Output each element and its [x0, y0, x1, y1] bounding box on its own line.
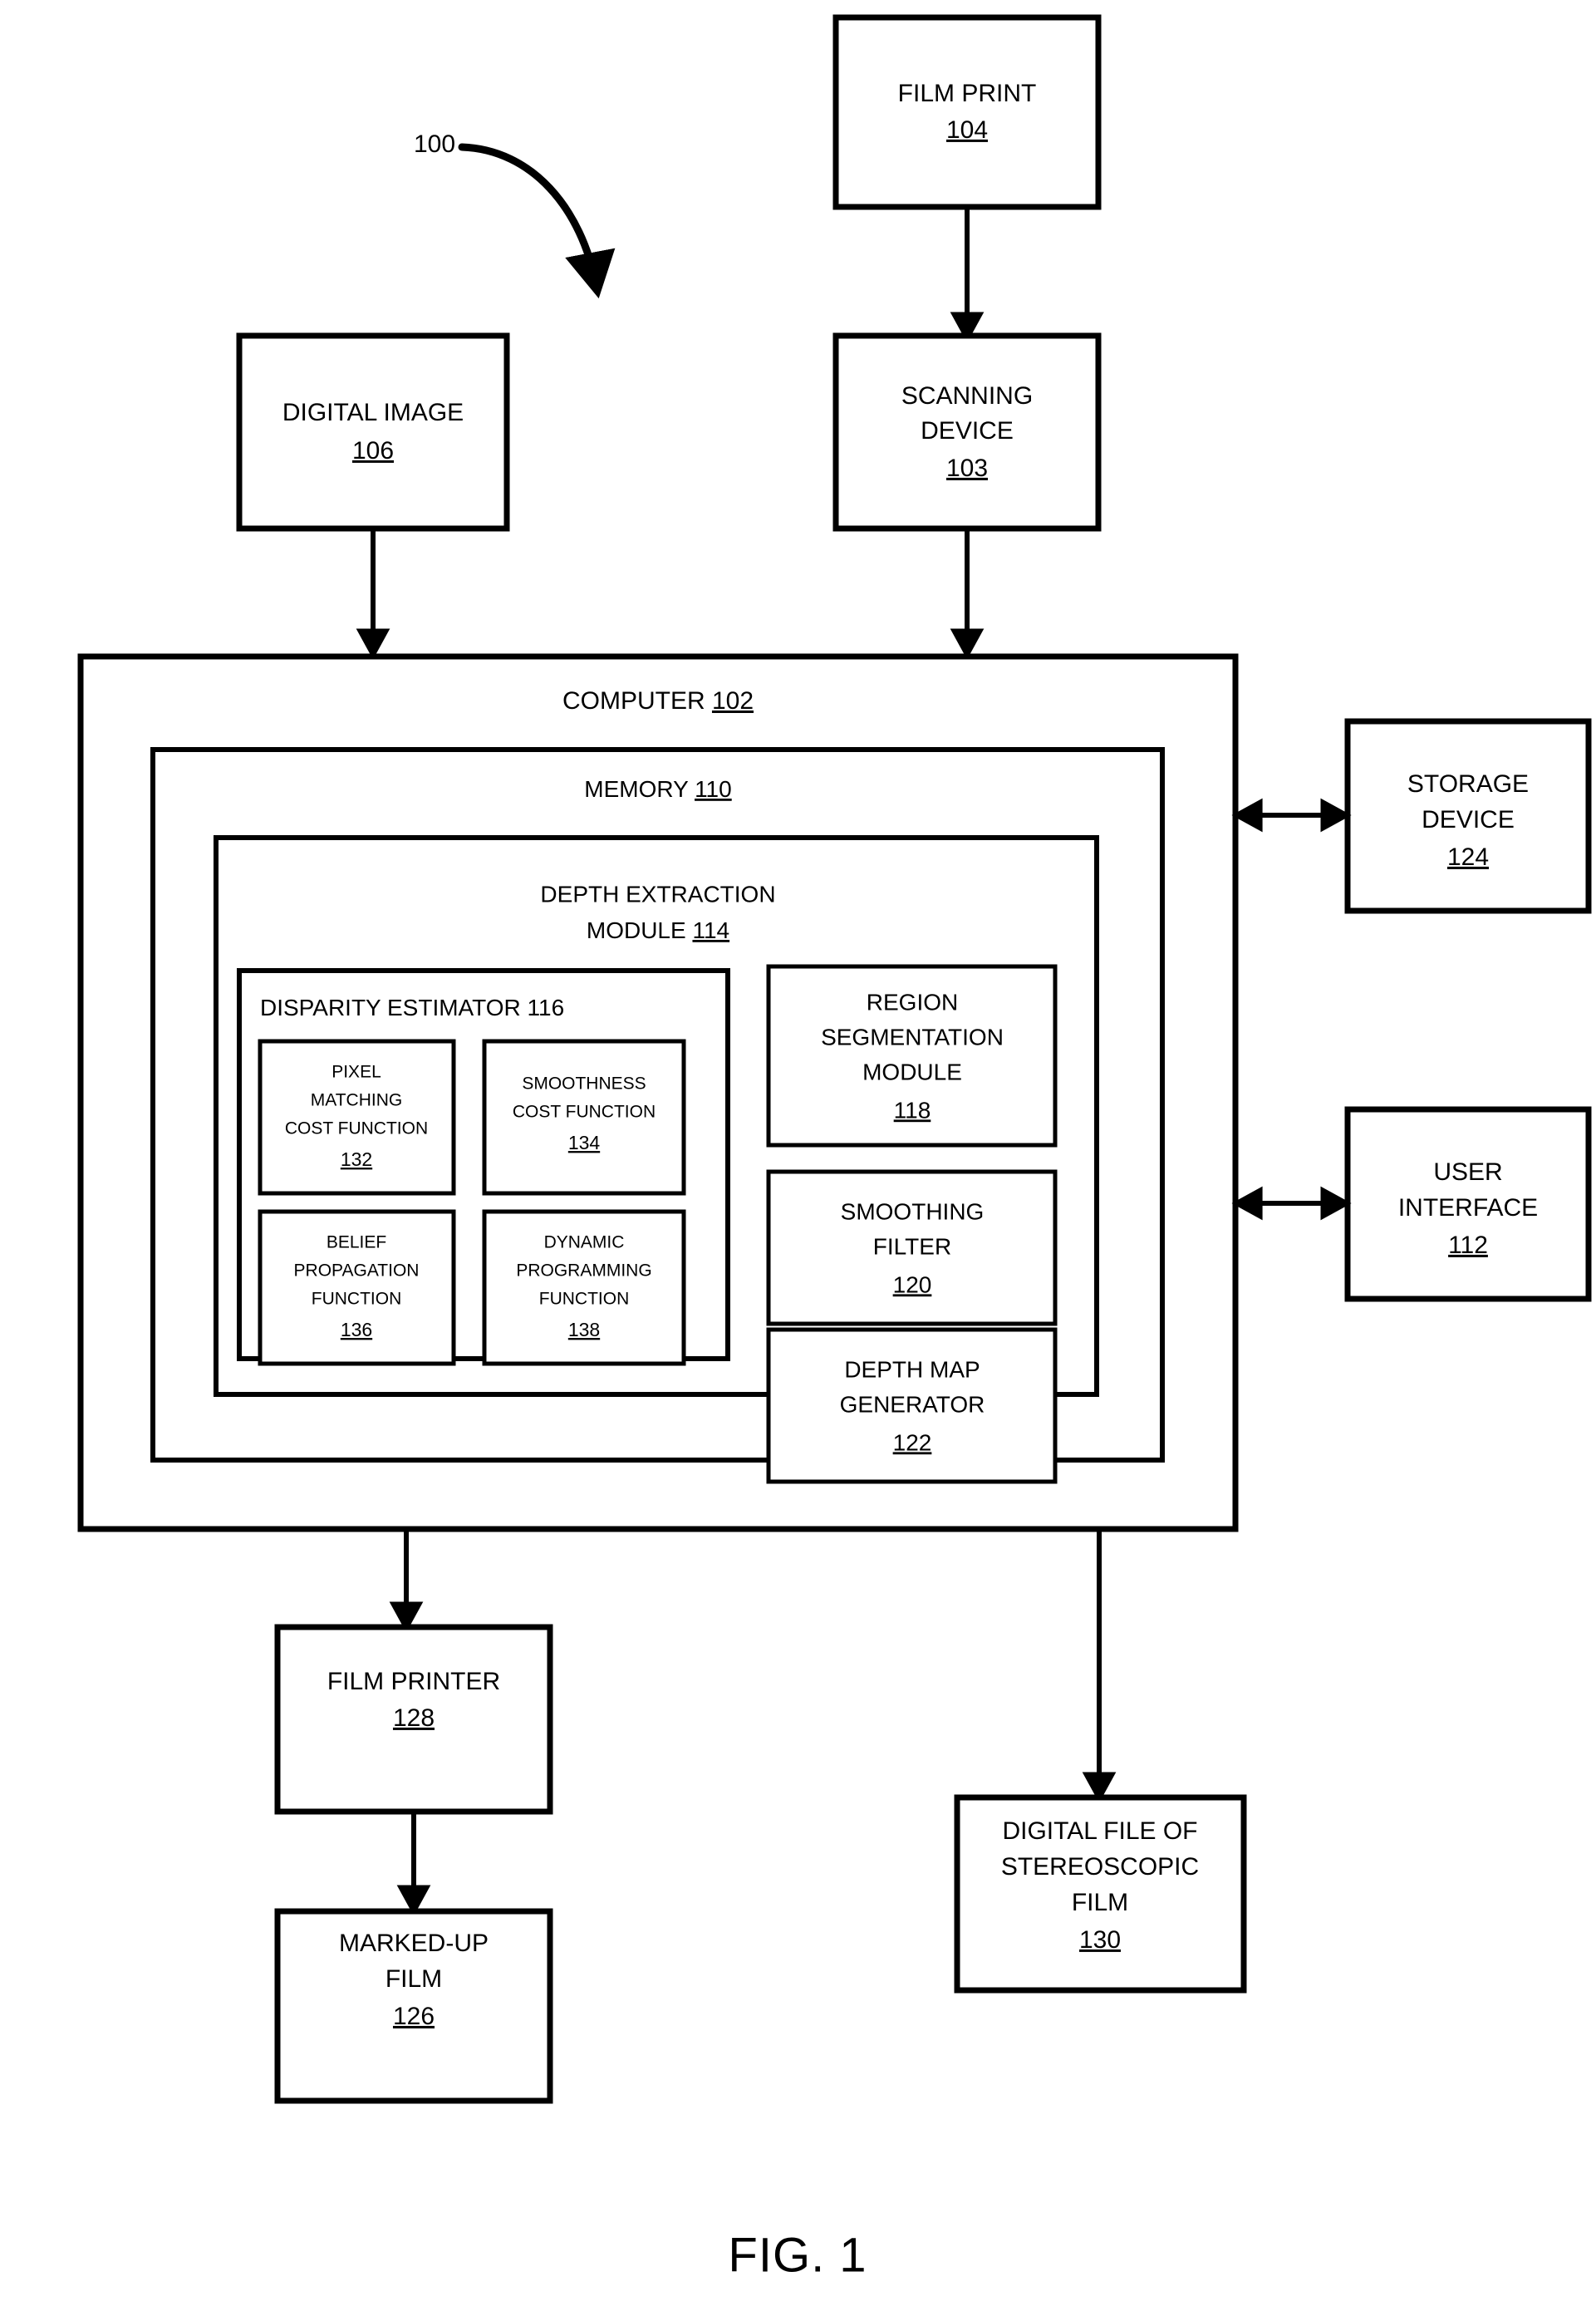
digital-file-line2: STEREOSCOPIC: [1001, 1853, 1199, 1881]
belief-propagation-function-line1: BELIEF: [327, 1233, 386, 1252]
film-print-ref: 104: [946, 116, 988, 144]
marked-up-film-ref: 126: [393, 2003, 435, 2030]
depth-extraction-module-title-line2: MODULE 114: [587, 917, 729, 943]
computer-title: COMPUTER 102: [562, 687, 754, 715]
depth-extraction-module-label-line1: DEPTH EXTRACTION: [540, 881, 775, 907]
dynamic-programming-function-ref: 138: [568, 1319, 600, 1340]
memory-ref: 110: [695, 776, 732, 802]
user-interface-ref: 112: [1448, 1232, 1488, 1259]
depth-map-generator-ref: 122: [893, 1429, 932, 1455]
film-printer-label: FILM PRINTER: [327, 1668, 500, 1695]
digital-image-box: [236, 332, 510, 532]
smoothing-filter-line2: FILTER: [873, 1233, 951, 1259]
digital-image-ref: 106: [352, 437, 394, 465]
region-segmentation-module-line1: REGION: [867, 989, 958, 1015]
region-segmentation-module-line2: SEGMENTATION: [821, 1024, 1004, 1050]
figure-caption: FIG. 1: [728, 2228, 867, 2282]
digital-file-ref: 130: [1079, 1926, 1121, 1954]
disparity-estimator-ref: 116: [528, 995, 565, 1020]
user-interface-line2: INTERFACE: [1398, 1194, 1538, 1222]
belief-propagation-function-ref: 136: [341, 1319, 372, 1340]
system-reference-leader-arrow: [458, 143, 616, 299]
scanning-device-ref: 103: [946, 455, 988, 482]
memory-title-label: MEMORY: [584, 776, 689, 802]
depth-map-generator-line2: GENERATOR: [840, 1391, 985, 1417]
storage-device-ref: 124: [1447, 843, 1489, 871]
smoothing-filter-line1: SMOOTHING: [841, 1198, 985, 1224]
depth-extraction-module-label-line2: MODULE: [587, 917, 686, 943]
depth-map-generator-line1: DEPTH MAP: [844, 1356, 980, 1382]
region-segmentation-module-line3: MODULE: [862, 1059, 962, 1084]
patent-figure-page: 100 FILM PRINT 104 DIGITAL IMAGE 106 SCA…: [0, 0, 1596, 2311]
disparity-estimator-title: DISPARITY ESTIMATOR 116: [260, 995, 564, 1020]
dynamic-programming-function-line3: FUNCTION: [539, 1290, 630, 1309]
belief-propagation-function-line2: PROPAGATION: [294, 1261, 420, 1281]
depth-extraction-module-ref: 114: [692, 917, 729, 943]
smoothness-cost-function-ref: 134: [568, 1132, 601, 1153]
dynamic-programming-function-line2: PROGRAMMING: [516, 1261, 651, 1281]
belief-propagation-function-line3: FUNCTION: [312, 1290, 402, 1309]
system-block-diagram: 100 FILM PRINT 104 DIGITAL IMAGE 106 SCA…: [77, 14, 1592, 2282]
region-segmentation-module-ref: 118: [894, 1097, 931, 1123]
film-print-label: FILM PRINT: [898, 80, 1037, 107]
storage-device-line1: STORAGE: [1407, 770, 1529, 798]
pixel-matching-cost-function-line3: COST FUNCTION: [285, 1119, 428, 1138]
computer-title-label: COMPUTER: [562, 687, 705, 715]
smoothness-cost-function-line2: COST FUNCTION: [513, 1103, 656, 1122]
marked-up-film-line1: MARKED-UP: [339, 1930, 489, 1957]
digital-file-line3: FILM: [1072, 1889, 1128, 1916]
marked-up-film-line2: FILM: [385, 1965, 442, 1993]
memory-title: MEMORY 110: [584, 776, 731, 802]
film-printer-ref: 128: [393, 1704, 435, 1732]
disparity-estimator-label: DISPARITY ESTIMATOR: [260, 995, 521, 1020]
pixel-matching-cost-function-line1: PIXEL: [331, 1063, 381, 1082]
dynamic-programming-function-line1: DYNAMIC: [544, 1233, 625, 1252]
smoothness-cost-function-line1: SMOOTHNESS: [522, 1074, 646, 1094]
computer-ref: 102: [712, 687, 754, 715]
pixel-matching-cost-function-ref: 132: [341, 1148, 372, 1170]
pixel-matching-cost-function-line2: MATCHING: [311, 1091, 402, 1110]
digital-image-label: DIGITAL IMAGE: [282, 399, 464, 426]
digital-file-line1: DIGITAL FILE OF: [1002, 1817, 1197, 1845]
film-print-box: [832, 14, 1102, 210]
storage-device-line2: DEVICE: [1422, 806, 1515, 833]
user-interface-line1: USER: [1433, 1158, 1502, 1186]
scanning-device-label-line1: SCANNING: [901, 382, 1033, 410]
system-reference-label: 100: [414, 130, 455, 158]
smoothing-filter-ref: 120: [893, 1271, 932, 1297]
scanning-device-label-line2: DEVICE: [921, 417, 1014, 445]
